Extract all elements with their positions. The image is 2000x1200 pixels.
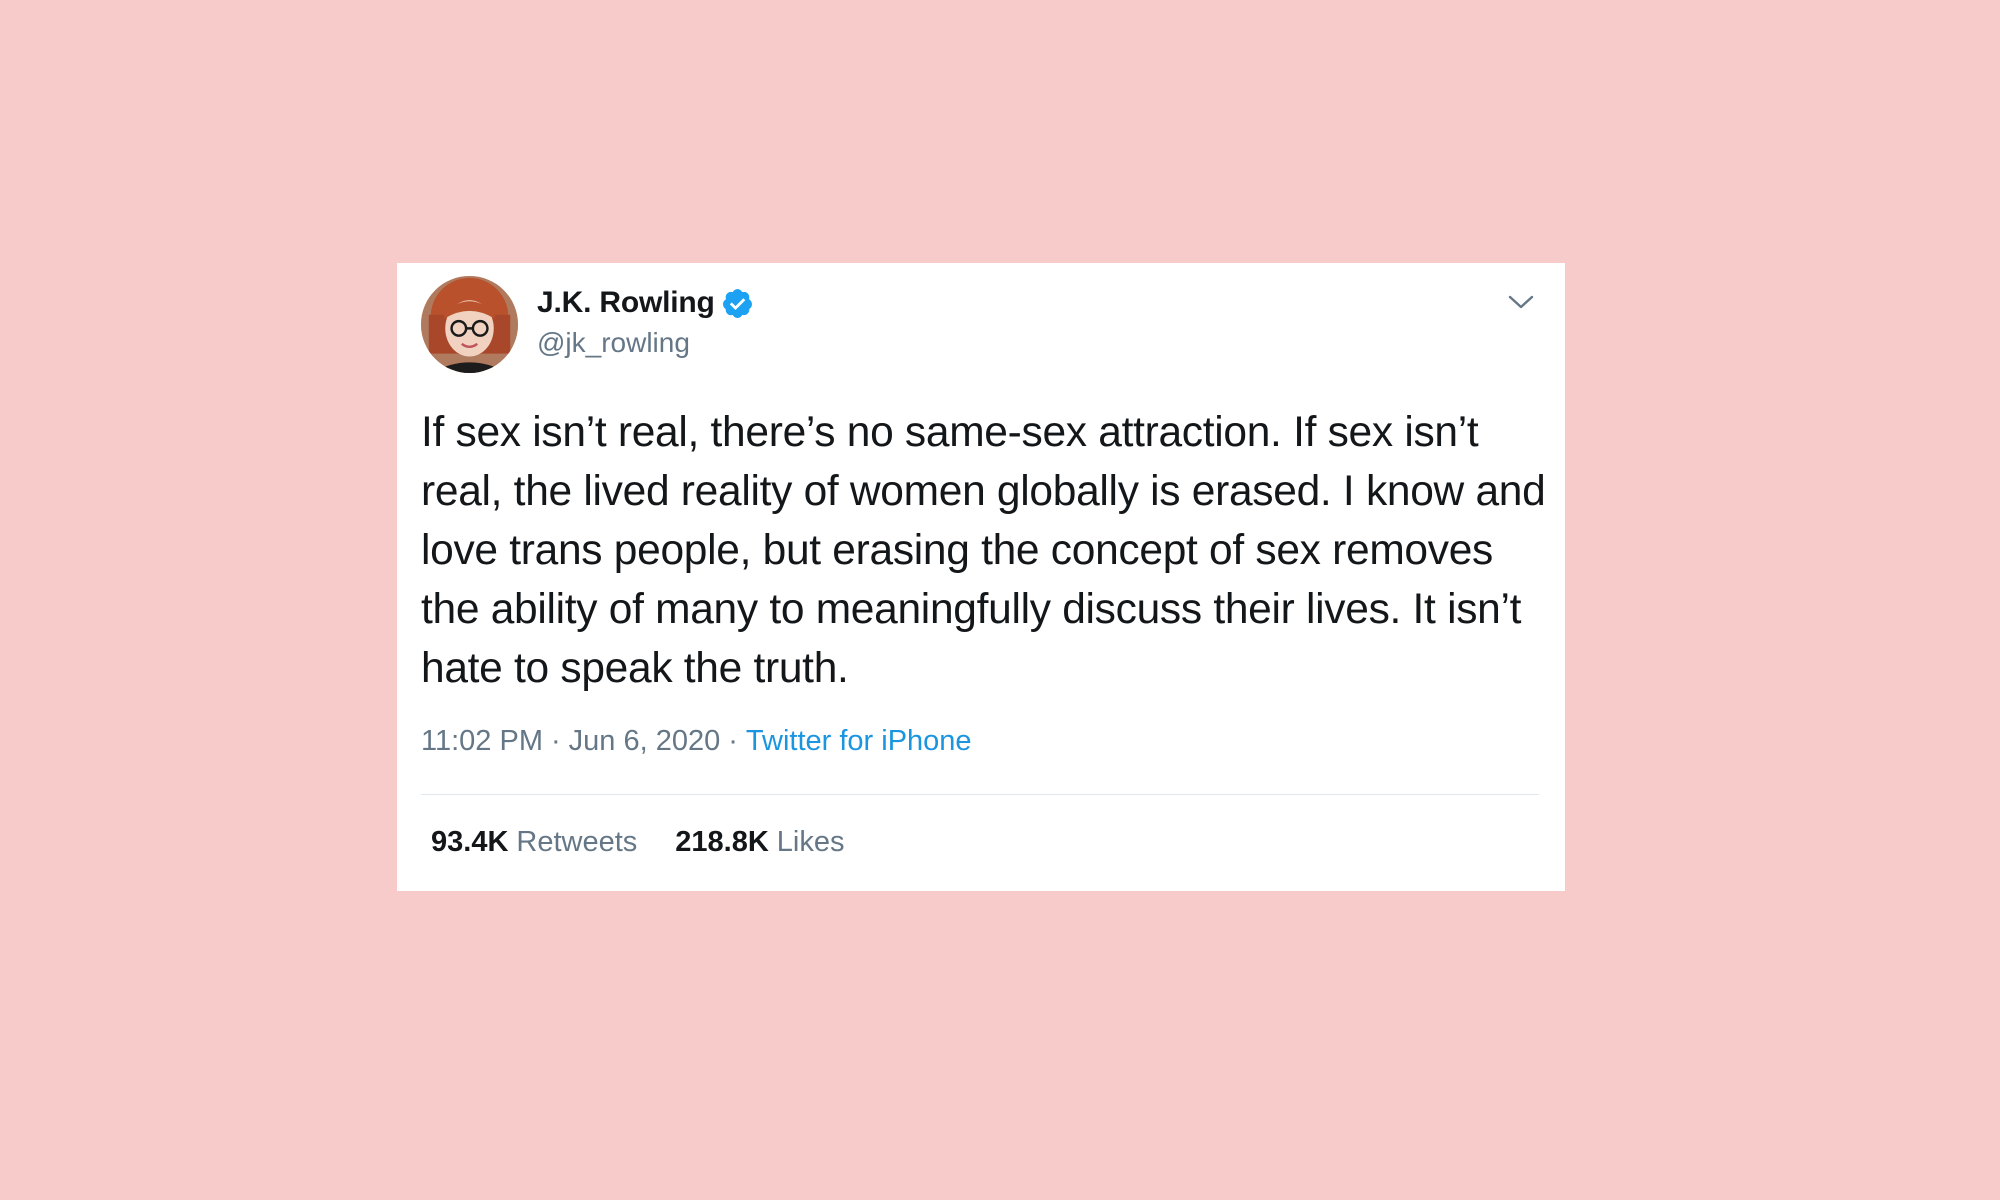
- chevron-down-icon: [1508, 295, 1534, 309]
- author-display-name[interactable]: J.K. Rowling: [537, 286, 715, 320]
- author-name-row[interactable]: J.K. Rowling: [537, 286, 754, 320]
- retweets-count: 93.4K: [431, 826, 509, 858]
- retweets-stat[interactable]: 93.4K Retweets: [431, 826, 637, 859]
- tweet-metadata: 11:02 PM · Jun 6, 2020 · Twitter for iPhone: [421, 725, 972, 758]
- meta-separator: ·: [550, 725, 561, 757]
- meta-separator: ·: [728, 725, 738, 757]
- tweet-menu-button[interactable]: [1507, 291, 1535, 313]
- author-handle[interactable]: @jk_rowling: [537, 327, 690, 359]
- profile-photo-icon: [421, 276, 518, 373]
- tweet-card: J.K. Rowling @jk_rowling If sex isn’t re…: [397, 263, 1565, 891]
- tweet-text: If sex isn’t real, there’s no same-sex a…: [421, 409, 1546, 692]
- retweets-label: Retweets: [516, 826, 638, 858]
- tweet-date[interactable]: Jun 6, 2020: [569, 725, 721, 757]
- likes-label: Likes: [776, 826, 845, 858]
- divider: [421, 794, 1539, 795]
- tweet-stats: 93.4K Retweets 218.8K Likes: [431, 826, 845, 859]
- tweet-source-link[interactable]: Twitter for iPhone: [746, 725, 972, 757]
- likes-stat[interactable]: 218.8K Likes: [675, 826, 844, 859]
- verified-badge-icon: [722, 288, 752, 318]
- tweet-time[interactable]: 11:02 PM: [421, 725, 543, 757]
- avatar[interactable]: [421, 276, 518, 373]
- likes-count: 218.8K: [675, 826, 769, 858]
